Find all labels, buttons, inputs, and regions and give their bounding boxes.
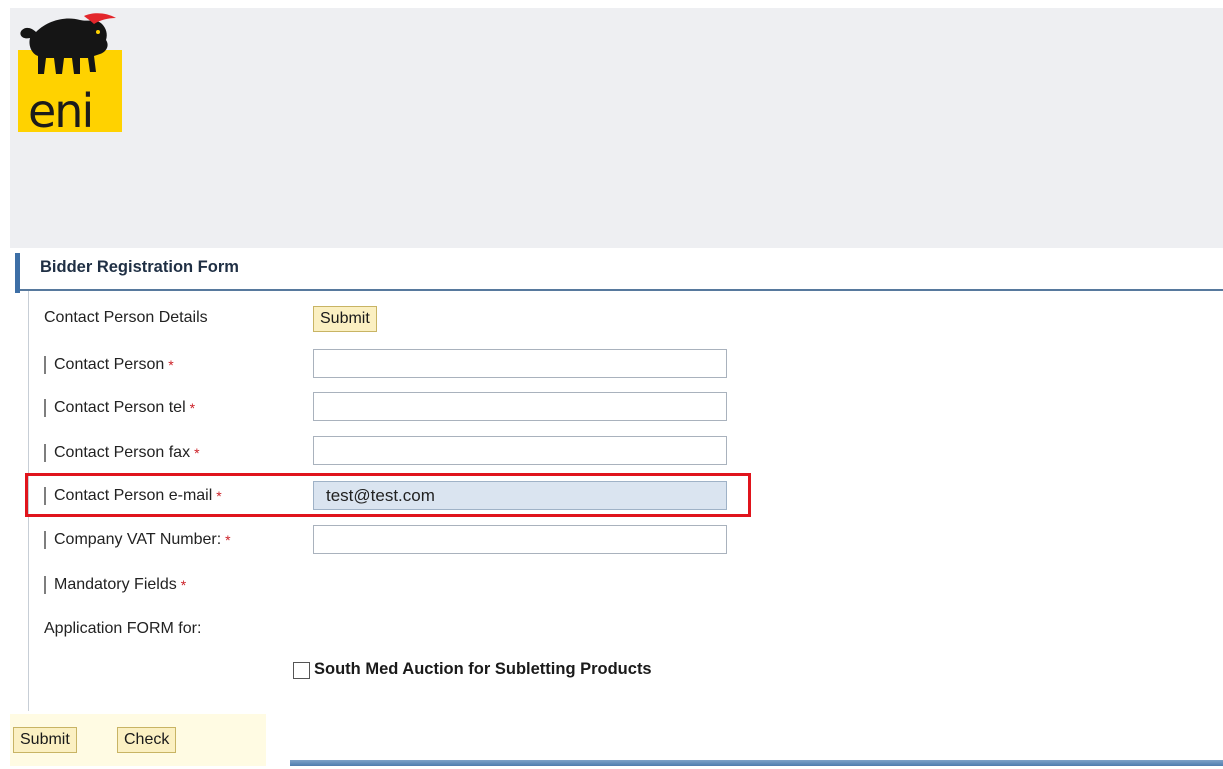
field-label-text: Company VAT Number: [54, 531, 222, 548]
field-label-contact-person-tel: Contact Person tel * [44, 399, 195, 417]
field-label-company-vat-number: Company VAT Number: * [44, 531, 231, 549]
required-marker: * [194, 445, 200, 461]
footer-divider [290, 760, 1223, 766]
label-bar [44, 576, 46, 594]
field-label-contact-person-fax: Contact Person fax * [44, 444, 200, 462]
six-legged-dog-icon [20, 13, 116, 74]
contact-person-input[interactable] [313, 349, 727, 378]
eni-logo: eni [14, 10, 122, 138]
required-marker: * [180, 577, 187, 593]
form-title: Bidder Registration Form [40, 258, 239, 276]
section-label-text: Contact Person Details [44, 309, 208, 326]
form-title-divider [20, 289, 1223, 291]
label-bar [44, 531, 46, 549]
required-marker: * [168, 357, 174, 373]
form-title-accent [15, 253, 20, 293]
contact-person-tel-input[interactable] [313, 392, 727, 421]
company-vat-number-input[interactable] [313, 525, 727, 554]
field-label-text: Contact Person tel [54, 399, 186, 416]
mandatory-fields-note: Mandatory Fields * [44, 576, 186, 594]
section-submit-button[interactable]: Submit [313, 306, 377, 332]
check-button[interactable]: Check [117, 727, 177, 753]
section-label-contact-person-details: Contact Person Details [44, 309, 208, 327]
mandatory-note-text: Mandatory Fields [54, 576, 177, 593]
contact-person-fax-input[interactable] [313, 436, 727, 465]
label-bar [44, 444, 46, 462]
required-marker: * [189, 400, 196, 416]
email-row-highlight [25, 473, 751, 517]
field-label-text: Contact Person fax [54, 444, 191, 461]
application-form-label: Application FORM for: [44, 620, 201, 638]
south-med-auction-checkbox-label[interactable]: South Med Auction for Subletting Product… [314, 660, 652, 679]
label-bar [44, 356, 46, 374]
south-med-auction-checkbox[interactable] [293, 662, 310, 679]
field-label-text: Contact Person [54, 356, 165, 373]
field-label-contact-person: Contact Person * [44, 356, 174, 374]
logo-wordmark: eni [28, 84, 94, 138]
submit-button[interactable]: Submit [13, 727, 77, 753]
label-bar [44, 399, 46, 417]
application-form-text: Application FORM for: [44, 620, 202, 637]
required-marker: * [225, 532, 231, 548]
